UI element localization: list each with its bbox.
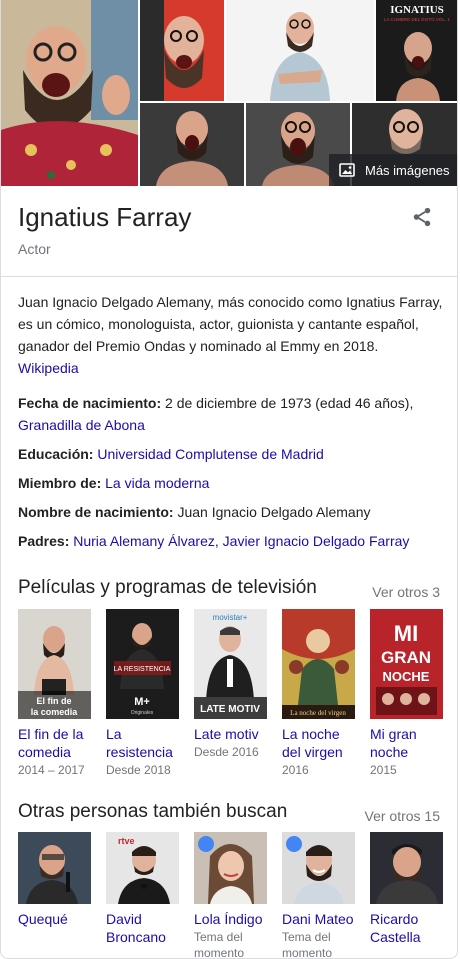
person-name: Dani Mateo: [282, 911, 354, 927]
svg-text:LATE MOTIV: LATE MOTIV: [200, 704, 260, 715]
svg-text:M+: M+: [134, 696, 150, 708]
image-icon: [339, 163, 355, 177]
person-subtitle: Tema del momento: [282, 930, 333, 959]
film-tile[interactable]: movistar+ LATE MOTIV Late motiv Desde 20…: [194, 609, 267, 778]
svg-text:La noche del virgen: La noche del virgen: [290, 709, 346, 717]
person-tile[interactable]: Lola Índigo Tema del momento: [194, 832, 267, 959]
image-main[interactable]: [1, 0, 138, 186]
film-years: Desde 2016: [194, 745, 259, 759]
member-link[interactable]: La vida moderna: [105, 475, 209, 491]
trending-badge-icon: [286, 836, 302, 852]
svg-text:rtve: rtve: [118, 836, 135, 846]
parent-separator: ,: [214, 533, 219, 549]
films-section-title: Películas y programas de televisión: [18, 577, 317, 598]
film-poster: LA RESISTENCIA M+ Originales: [106, 609, 179, 719]
film-poster: MI GRAN NOCHE: [370, 609, 443, 719]
person-name: Lola Índigo: [194, 911, 263, 927]
more-images-button[interactable]: Más imágenes: [329, 154, 457, 186]
fact-member: Miembro de: La vida moderna: [18, 472, 443, 494]
film-poster: movistar+ LATE MOTIV: [194, 609, 267, 719]
wikipedia-link[interactable]: Wikipedia: [18, 357, 443, 379]
person-photo: [194, 832, 267, 904]
fact-birthname: Nombre de nacimiento: Juan Ignacio Delga…: [18, 501, 443, 523]
trending-badge-icon: [198, 836, 214, 852]
facts-list: Fecha de nacimiento: 2 de diciembre de 1…: [18, 392, 443, 559]
film-years: 2014 – 2017: [18, 763, 85, 777]
knowledge-panel: IGNATIUS LA CUMBRE DEL ÉXITO VOL. 1 Más …: [0, 0, 458, 959]
fact-label: Padres:: [18, 533, 70, 549]
films-more-link[interactable]: Ver otros 3: [372, 584, 440, 600]
person-name: Quequé: [18, 911, 68, 927]
people-more-link[interactable]: Ver otros 15: [365, 808, 441, 824]
fact-parents: Padres: Nuria Alemany Álvarez, Javier Ig…: [18, 530, 443, 552]
person-tile[interactable]: Ricardo Castella: [370, 832, 443, 958]
people-carousel: Quequé rtve David Broncano Lola Índigo T…: [18, 832, 448, 959]
fact-value: 2 de diciembre de 1973 (edad 46 años),: [165, 395, 414, 411]
person-name: David Broncano: [106, 911, 166, 945]
film-title: La resistencia: [106, 726, 173, 760]
films-carousel: El fin de la comedia El fin de la comedi…: [18, 609, 448, 778]
entity-subtitle: Actor: [18, 241, 51, 257]
description: Juan Ignacio Delgado Alemany, más conoci…: [18, 291, 443, 379]
share-icon[interactable]: [411, 206, 433, 228]
image-5[interactable]: [140, 103, 244, 186]
description-text: Juan Ignacio Delgado Alemany, más conoci…: [18, 294, 443, 354]
person-tile[interactable]: Quequé: [18, 832, 91, 958]
film-years: 2016: [282, 763, 309, 777]
person-photo: [282, 832, 355, 904]
fact-label: Miembro de:: [18, 475, 102, 491]
fact-label: Educación:: [18, 446, 94, 462]
image-2[interactable]: [140, 0, 224, 101]
svg-text:la comedia: la comedia: [31, 707, 79, 717]
svg-text:NOCHE: NOCHE: [383, 669, 430, 684]
fact-education: Educación: Universidad Complutense de Ma…: [18, 443, 443, 465]
image-grid: IGNATIUS LA CUMBRE DEL ÉXITO VOL. 1 Más …: [1, 0, 457, 186]
fact-value: Juan Ignacio Delgado Alemany: [177, 504, 371, 520]
svg-text:movistar+: movistar+: [213, 613, 248, 622]
fact-label: Nombre de nacimiento:: [18, 504, 174, 520]
person-subtitle: Tema del momento: [194, 930, 245, 959]
person-photo: [18, 832, 91, 904]
film-title: Late motiv: [194, 726, 259, 742]
header-divider: [1, 276, 457, 277]
film-tile[interactable]: MI GRAN NOCHE Mi gran noche 2015: [370, 609, 443, 778]
film-tile[interactable]: La noche del virgen La noche del virgen …: [282, 609, 355, 778]
svg-text:El fin de: El fin de: [36, 696, 71, 706]
fact-label: Fecha de nacimiento:: [18, 395, 162, 411]
film-years: Desde 2018: [106, 763, 171, 777]
more-images-label: Más imágenes: [365, 162, 450, 178]
person-photo: [370, 832, 443, 904]
person-photo: rtve: [106, 832, 179, 904]
svg-text:GRAN: GRAN: [381, 648, 431, 667]
fact-birth: Fecha de nacimiento: 2 de diciembre de 1…: [18, 392, 443, 436]
person-tile[interactable]: Dani Mateo Tema del momento: [282, 832, 355, 959]
film-tile[interactable]: El fin de la comedia El fin de la comedi…: [18, 609, 91, 778]
education-link[interactable]: Universidad Complutense de Madrid: [97, 446, 323, 462]
film-title: Mi gran noche: [370, 726, 417, 760]
image-3[interactable]: [226, 0, 374, 101]
svg-text:Originales: Originales: [131, 710, 154, 716]
svg-text:IGNATIUS: IGNATIUS: [390, 4, 444, 16]
entity-title: Ignatius Farray: [18, 202, 192, 232]
film-poster: El fin de la comedia: [18, 609, 91, 719]
person-tile[interactable]: rtve David Broncano: [106, 832, 179, 958]
film-title: El fin de la comedia: [18, 726, 84, 760]
parent-link-1[interactable]: Nuria Alemany Álvarez: [73, 533, 215, 549]
svg-text:LA CUMBRE DEL ÉXITO VOL. 1: LA CUMBRE DEL ÉXITO VOL. 1: [384, 16, 450, 22]
svg-text:LA RESISTENCIA: LA RESISTENCIA: [114, 666, 171, 673]
image-4-poster[interactable]: IGNATIUS LA CUMBRE DEL ÉXITO VOL. 1: [376, 0, 457, 101]
birthplace-link[interactable]: Granadilla de Abona: [18, 417, 145, 433]
film-tile[interactable]: LA RESISTENCIA M+ Originales La resisten…: [106, 609, 179, 778]
film-years: 2015: [370, 763, 397, 777]
people-section-title: Otras personas también buscan: [18, 801, 288, 822]
film-title: La noche del virgen: [282, 726, 343, 760]
film-poster: La noche del virgen: [282, 609, 355, 719]
parent-link-2[interactable]: Javier Ignacio Delgado Farray: [223, 533, 410, 549]
person-name: Ricardo Castella: [370, 911, 421, 945]
svg-text:MI: MI: [394, 621, 418, 646]
